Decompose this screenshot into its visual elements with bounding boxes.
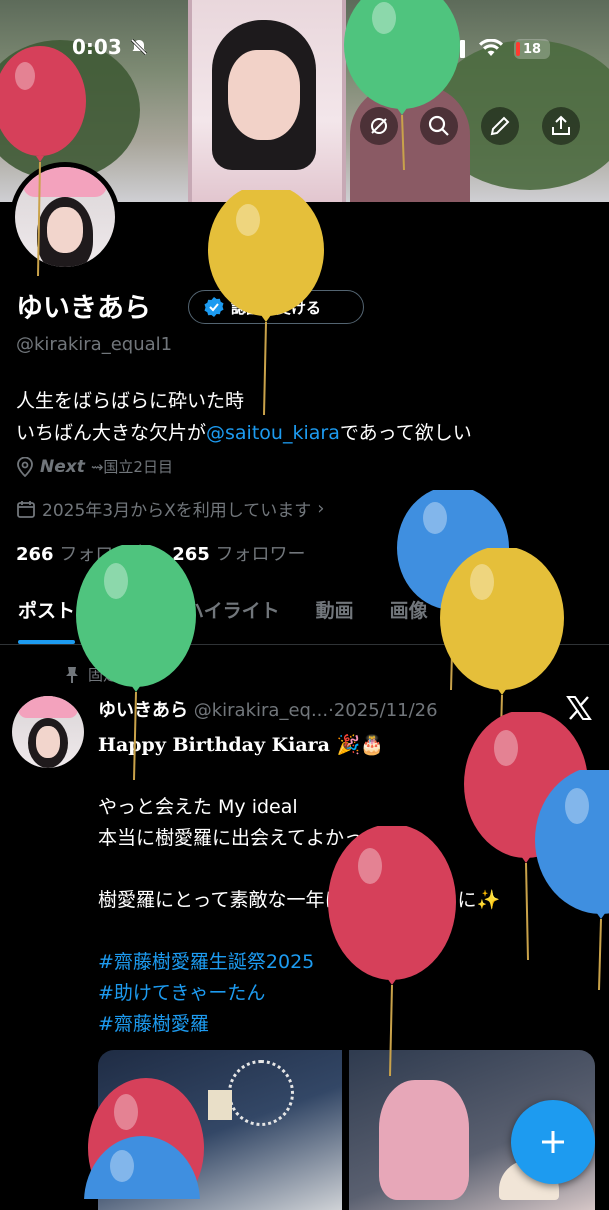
profile-name: ゆいきあら xyxy=(16,293,151,324)
profile-location: Next ⇝国立2日目 xyxy=(16,456,173,477)
battery-level xyxy=(516,42,520,56)
compose-fab-button[interactable] xyxy=(511,1100,595,1184)
following-count: 266 xyxy=(16,544,54,565)
plus-icon xyxy=(542,1131,564,1153)
join-date-text: 2025年3月からXを利用しています xyxy=(42,501,312,521)
avatar-face xyxy=(36,726,60,758)
pencil-icon xyxy=(490,116,510,136)
balloon-blue xyxy=(82,1136,202,1210)
share-icon xyxy=(552,115,570,135)
location-pin-icon xyxy=(17,456,33,477)
banner-poster xyxy=(188,0,346,202)
balloon-red xyxy=(0,46,90,280)
followers-label: フォロワー xyxy=(215,544,306,565)
avatar-sign xyxy=(18,696,78,718)
post-handle-date: @kirakira_eq...·2025/11/26 xyxy=(193,700,438,721)
location-brand: Next xyxy=(40,456,85,477)
battery-indicator: 18 xyxy=(514,39,550,59)
share-button[interactable] xyxy=(542,107,580,145)
image-card xyxy=(208,1090,232,1120)
chevron-right-icon: › xyxy=(317,498,325,519)
bio-text: いちばん大きな欠片が xyxy=(16,422,207,444)
post-line: やっと会えた My ideal xyxy=(98,796,298,818)
balloon-yellow xyxy=(206,184,326,424)
tab-videos[interactable]: 動画 xyxy=(298,590,372,638)
image-plush-doll xyxy=(379,1080,469,1200)
wifi-icon xyxy=(479,39,503,56)
calendar-icon xyxy=(17,500,35,518)
poster-face xyxy=(228,50,300,140)
bio-mention-link[interactable]: @saitou_kiara xyxy=(206,422,340,444)
battery-percent: 18 xyxy=(522,41,542,57)
balloon-red xyxy=(326,824,458,1080)
balloon-green xyxy=(342,0,462,174)
balloon-green xyxy=(74,543,200,789)
profile-handle: @kirakira_equal1 xyxy=(16,334,173,355)
bio-text: であって欲しい xyxy=(339,422,472,444)
silent-bell-icon xyxy=(130,38,148,56)
profile-join-date[interactable]: 2025年3月からXを利用しています › xyxy=(16,496,324,521)
balloon-blue xyxy=(533,766,609,994)
image-decoration xyxy=(228,1060,294,1126)
edit-button[interactable] xyxy=(481,107,519,145)
location-text: ⇝国立2日目 xyxy=(90,458,173,476)
